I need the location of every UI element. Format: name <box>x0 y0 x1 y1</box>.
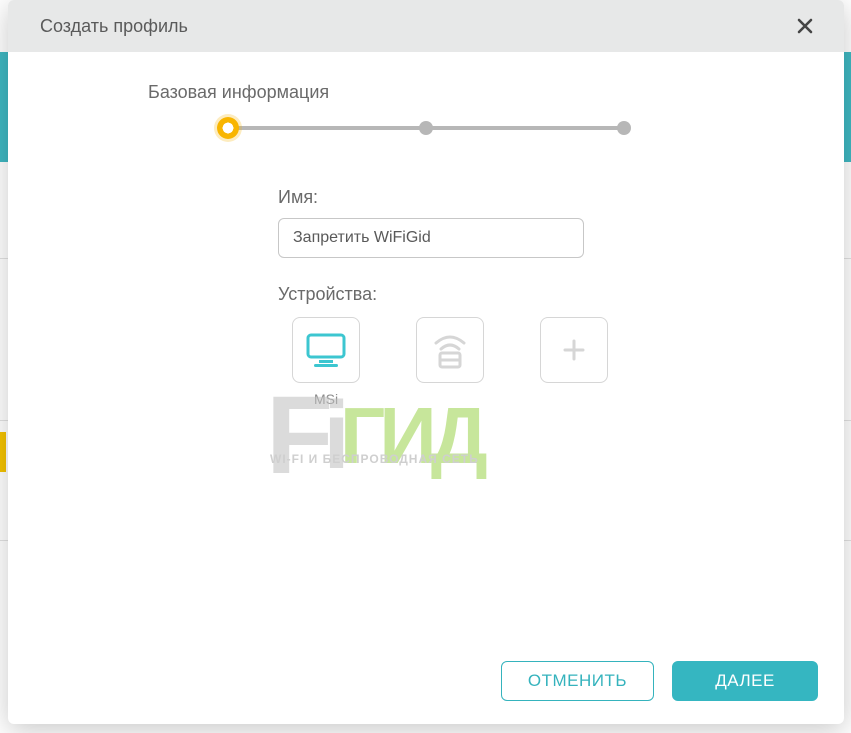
next-button[interactable]: ДАЛЕЕ <box>672 661 818 701</box>
device-tile-msi[interactable]: MSi <box>278 317 374 407</box>
close-icon <box>795 16 815 36</box>
device-tile-wifi[interactable] <box>402 317 498 407</box>
create-profile-modal: Создать профиль Базовая информация Имя: … <box>8 0 844 724</box>
cancel-button[interactable]: ОТМЕНИТЬ <box>501 661 654 701</box>
form-area: Имя: Устройства: MSi <box>8 187 844 407</box>
step-3-dot[interactable] <box>617 121 631 135</box>
device-row: MSi <box>278 317 844 407</box>
device-tile-box <box>292 317 360 383</box>
step-2-dot[interactable] <box>419 121 433 135</box>
modal-header: Создать профиль <box>8 0 844 52</box>
step-area: Базовая информация <box>8 82 844 139</box>
watermark-subtitle: WI-FI И БЕСПРОВОДНАЯ СЕТЬ <box>270 452 479 466</box>
name-label: Имя: <box>278 187 844 208</box>
device-tile-add[interactable] <box>526 317 622 407</box>
device-tile-caption: MSi <box>314 391 338 407</box>
background-yellow-marker <box>0 432 6 472</box>
modal-body: Базовая информация Имя: Устройства: <box>8 52 844 638</box>
modal-title: Создать профиль <box>40 16 188 37</box>
plus-icon <box>559 335 589 365</box>
close-button[interactable] <box>792 13 818 39</box>
monitor-icon <box>305 331 347 369</box>
stepper <box>228 117 624 139</box>
modal-footer: ОТМЕНИТЬ ДАЛЕЕ <box>8 638 844 724</box>
device-tile-box <box>540 317 608 383</box>
devices-label: Устройства: <box>278 284 844 305</box>
step-label: Базовая информация <box>148 82 764 103</box>
step-1-dot[interactable] <box>217 117 239 139</box>
device-tile-box <box>416 317 484 383</box>
name-input[interactable] <box>278 218 584 258</box>
wifi-device-icon <box>428 329 472 371</box>
